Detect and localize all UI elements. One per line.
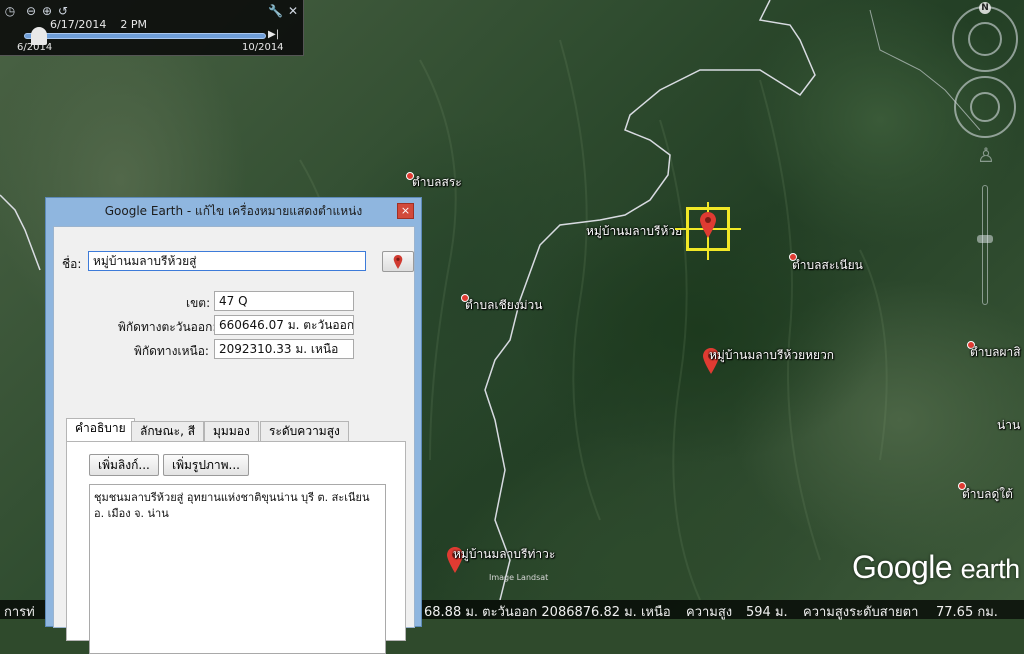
easting-field[interactable]: 660646.07 ม. ตะวันออก bbox=[214, 315, 354, 335]
description-panel: เพิ่มลิงก์... เพิ่มรูปภาพ... ชุมชนมลาบรี… bbox=[66, 441, 406, 654]
pin-icon bbox=[393, 255, 403, 269]
zoom-slider[interactable] bbox=[982, 185, 988, 305]
dialog-title: Google Earth - แก้ไข เครื่องหมายแสดงตำแห… bbox=[104, 204, 363, 218]
history-icon[interactable]: ↺ bbox=[56, 4, 70, 18]
north-icon[interactable]: N bbox=[979, 2, 991, 14]
dialog-close-button[interactable]: × bbox=[397, 203, 414, 219]
zoom-slider-thumb[interactable] bbox=[977, 235, 993, 243]
place-label-tambon-chiang-muan[interactable]: ตำบลเชียงม่วน bbox=[465, 296, 543, 315]
place-label-tambon-sanian[interactable]: ตำบลสะเนียน bbox=[792, 256, 863, 275]
description-textarea[interactable]: ชุมชนมลาบรีห้วยสู่ อุทยานแห่งชาติขุนน่าน… bbox=[89, 484, 386, 654]
northing-label: พิกัดทางเหนือ: bbox=[134, 344, 209, 358]
tab-style-color[interactable]: ลักษณะ, สี bbox=[131, 421, 205, 442]
add-link-button[interactable]: เพิ่มลิงก์... bbox=[89, 454, 159, 476]
street-view-person-icon[interactable]: ♙ bbox=[977, 140, 995, 170]
time-slider-panel: ◷ ⊖ ⊕ ↺ 🔧 ✕ 6/17/2014 2 PM ▶| 6/2014 10/… bbox=[0, 0, 304, 56]
slider-end-label: 10/2014 bbox=[242, 42, 284, 53]
logo-product: earth bbox=[960, 554, 1021, 584]
close-icon[interactable]: ✕ bbox=[286, 4, 300, 18]
zoom-out-icon[interactable]: ⊖ bbox=[24, 4, 38, 18]
place-label-bottom-village[interactable]: หมู่บ้านมลาบรีท่าวะ bbox=[453, 545, 555, 564]
place-label-tambon-du-tai[interactable]: ตำบลดู่ใต้ bbox=[962, 485, 1013, 504]
name-field[interactable]: หมู่บ้านมลาบรีห้วยสู่ bbox=[88, 251, 366, 271]
edit-placemark-dialog: Google Earth - แก้ไข เครื่องหมายแสดงตำแห… bbox=[45, 197, 422, 654]
skip-to-end-icon[interactable]: ▶| bbox=[268, 29, 279, 40]
google-earth-logo: Google earth bbox=[852, 549, 1020, 586]
add-image-button[interactable]: เพิ่มรูปภาพ... bbox=[163, 454, 249, 476]
place-label-huai-yuak[interactable]: หมู่บ้านมลาบรีห้วยหยวก bbox=[709, 346, 834, 365]
tab-altitude[interactable]: ระดับความสูง bbox=[260, 421, 349, 442]
move-ring-inner[interactable] bbox=[970, 92, 1000, 122]
place-label-nan[interactable]: น่าน bbox=[997, 416, 1020, 435]
time-slider-track[interactable] bbox=[24, 33, 266, 39]
pin-style-button[interactable] bbox=[382, 251, 414, 272]
current-date-time: 6/17/2014 2 PM bbox=[50, 18, 147, 31]
easting-label: พิกัดทางตะวันออก: bbox=[118, 320, 217, 334]
image-credit: Image Landsat bbox=[489, 573, 549, 582]
current-date: 6/17/2014 bbox=[50, 18, 107, 31]
place-label-tambon-pha[interactable]: ตำบลผาสิ bbox=[970, 343, 1021, 362]
zone-label: เขต: bbox=[186, 296, 211, 310]
zoom-in-icon[interactable]: ⊕ bbox=[40, 4, 54, 18]
northing-field[interactable]: 2092310.33 ม. เหนือ bbox=[214, 339, 354, 359]
tab-description[interactable]: คำอธิบาย bbox=[66, 418, 135, 443]
zone-field[interactable]: 47 Q bbox=[214, 291, 354, 311]
look-ring-inner[interactable] bbox=[968, 22, 1002, 56]
place-label-tambon-sa[interactable]: ตำบลสระ bbox=[412, 173, 462, 192]
dialog-body: ชื่อ: หมู่บ้านมลาบรีห้วยสู่ เขต: 47 Q พิ… bbox=[53, 226, 415, 654]
navigation-controls: N ♙ bbox=[946, 0, 1024, 320]
slider-start-label: 6/2014 bbox=[17, 42, 53, 53]
selected-pin-icon[interactable] bbox=[700, 212, 716, 238]
tab-view[interactable]: มุมมอง bbox=[204, 421, 259, 442]
wrench-icon[interactable]: 🔧 bbox=[268, 4, 283, 18]
logo-brand: Google bbox=[852, 549, 953, 585]
place-label-target[interactable]: หมู่บ้านมลาบรีห้วย bbox=[586, 222, 682, 241]
current-time: 2 PM bbox=[120, 18, 148, 31]
name-label: ชื่อ: bbox=[62, 257, 82, 271]
clock-icon[interactable]: ◷ bbox=[3, 4, 17, 18]
